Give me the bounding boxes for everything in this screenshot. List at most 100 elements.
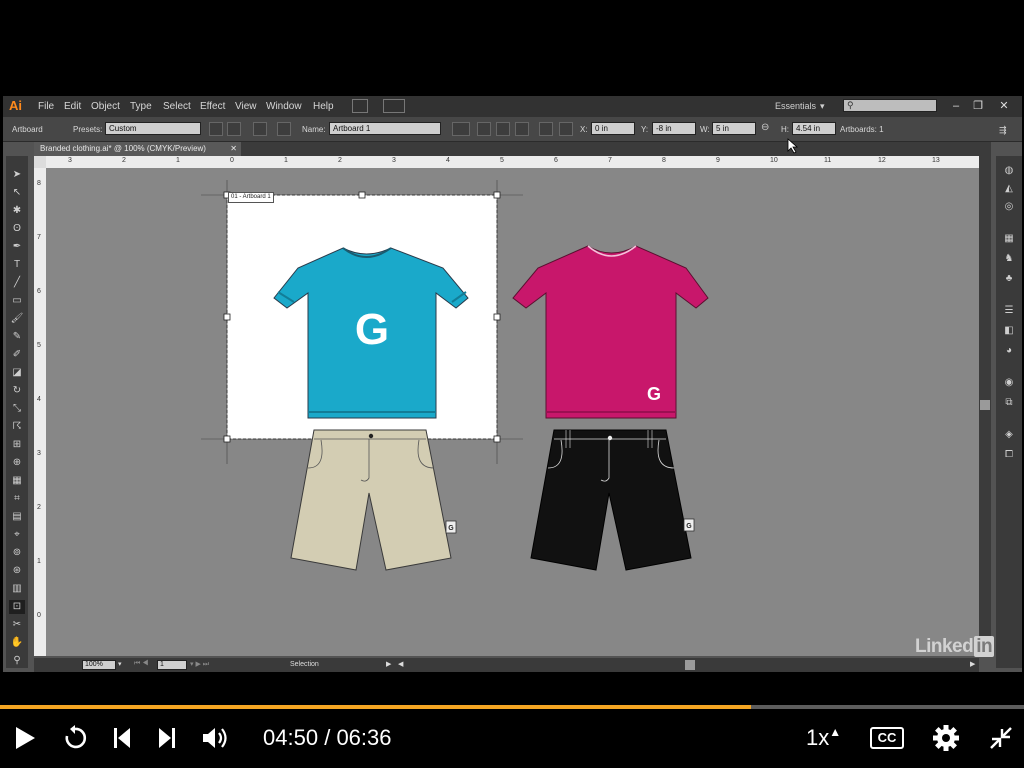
h-input[interactable]: 4.54 in [792, 122, 836, 135]
horizontal-scroll-thumb[interactable] [685, 660, 695, 670]
paintbrush-tool-icon[interactable]: 🖌 [9, 312, 25, 326]
gradient-icon[interactable]: ◧ [1001, 324, 1017, 338]
play-button[interactable] [10, 720, 40, 756]
document-tab[interactable]: Branded clothing.ai* @ 100% (CMYK/Previe… [34, 142, 241, 156]
horizontal-ruler[interactable]: 3 2 1 0 1 2 3 4 5 6 7 8 9 10 11 12 13 [46, 156, 979, 168]
vertical-scrollbar[interactable] [979, 156, 991, 656]
align-center-icon[interactable] [496, 122, 510, 136]
hand-tool-icon[interactable]: ✋ [9, 636, 25, 650]
stroke-icon[interactable]: ☰ [1001, 304, 1017, 318]
eyedropper-tool-icon[interactable]: ⌖ [9, 528, 25, 542]
artboards-icon[interactable]: ⧠ [1001, 448, 1017, 462]
swatches-icon[interactable]: ▦ [1001, 232, 1017, 246]
rotate-tool-icon[interactable]: ↻ [9, 384, 25, 398]
presets-select[interactable]: Custom [105, 122, 201, 135]
zoom-tool-icon[interactable]: ⚲ [9, 654, 25, 668]
symbol-sprayer-tool-icon[interactable]: ⊛ [9, 564, 25, 578]
color-themes-icon[interactable]: ◎ [1001, 200, 1017, 214]
align-right-icon[interactable] [515, 122, 529, 136]
graphic-styles-icon[interactable]: ⧉ [1001, 396, 1017, 410]
scale-tool-icon[interactable]: ⤡ [9, 402, 25, 416]
y-input[interactable]: -8 in [652, 122, 696, 135]
close-button[interactable]: ✕ [995, 97, 1013, 115]
menu-object[interactable]: Object [91, 101, 120, 112]
blob-brush-tool-icon[interactable]: ✐ [9, 348, 25, 362]
search-input[interactable]: ⚲ [843, 99, 937, 112]
color-panel-icon[interactable]: ◍ [1001, 164, 1017, 178]
gradient-tool-icon[interactable]: ▤ [9, 510, 25, 524]
status-menu-icon[interactable]: ▶ [386, 660, 391, 668]
new-artboard-icon[interactable] [253, 122, 267, 136]
layers-icon[interactable]: ◈ [1001, 428, 1017, 442]
selection-tool-icon[interactable]: ➤ [9, 168, 25, 182]
rectangle-tool-icon[interactable]: ▭ [9, 294, 25, 308]
menu-edit[interactable]: Edit [64, 101, 81, 112]
zoom-dropdown-icon[interactable]: ▾ [118, 660, 122, 668]
playback-speed-button[interactable]: 1x▲ [806, 725, 841, 751]
panel-menu-icon[interactable]: ⇶ [999, 125, 1007, 136]
vertical-scroll-thumb[interactable] [980, 400, 990, 410]
line-tool-icon[interactable]: ╱ [9, 276, 25, 290]
move-with-artboard-icon[interactable] [452, 122, 470, 136]
menu-select[interactable]: Select [163, 101, 191, 112]
brushes-icon[interactable]: ♞ [1001, 252, 1017, 266]
slice-tool-icon[interactable]: ✂ [9, 618, 25, 632]
arrange-documents-icon[interactable] [383, 99, 405, 113]
first-artboard-icon[interactable]: ⏮ ◀ [134, 660, 149, 668]
warp-tool-icon[interactable]: ☈ [9, 420, 25, 434]
align-left-icon[interactable] [477, 122, 491, 136]
perspective-grid-tool-icon[interactable]: ▦ [9, 474, 25, 488]
next-artboard-icon[interactable]: ▾ ▶ ⏭ [190, 660, 209, 669]
shape-builder-tool-icon[interactable]: ⊕ [9, 456, 25, 470]
delete-artboard-icon[interactable] [277, 122, 291, 136]
lasso-tool-icon[interactable]: ʘ [9, 222, 25, 236]
landscape-icon[interactable] [227, 122, 241, 136]
type-tool-icon[interactable]: T [9, 258, 25, 272]
link-icon[interactable]: ⊖ [761, 122, 775, 136]
workspace-switcher[interactable]: Essentials [775, 101, 816, 111]
scroll-left-icon[interactable]: ◀ [398, 660, 403, 668]
menu-type[interactable]: Type [130, 101, 152, 112]
scroll-right-icon[interactable]: ▶ [970, 660, 975, 668]
magic-wand-tool-icon[interactable]: ✱ [9, 204, 25, 218]
menu-effect[interactable]: Effect [200, 101, 225, 112]
restore-button[interactable]: ❐ [969, 97, 987, 115]
ruler-origin[interactable] [34, 156, 46, 168]
w-input[interactable]: 5 in [712, 122, 756, 135]
appearance-icon[interactable]: ◉ [1001, 376, 1017, 390]
previous-button[interactable] [107, 720, 137, 756]
transparency-icon[interactable]: ◕ [1001, 344, 1017, 358]
color-guide-icon[interactable]: ◭ [1001, 182, 1017, 196]
menu-file[interactable]: File [38, 101, 54, 112]
menu-view[interactable]: View [235, 101, 257, 112]
column-graph-tool-icon[interactable]: ▥ [9, 582, 25, 596]
volume-button[interactable] [200, 720, 230, 756]
magenta-tshirt[interactable] [512, 245, 709, 419]
next-button[interactable] [152, 720, 182, 756]
reference-point-icon[interactable] [559, 122, 573, 136]
symbols-icon[interactable]: ♣ [1001, 272, 1017, 286]
artboard-name-input[interactable]: Artboard 1 [329, 122, 441, 135]
eraser-tool-icon[interactable]: ◪ [9, 366, 25, 380]
exit-fullscreen-button[interactable] [986, 720, 1016, 756]
bridge-icon[interactable] [352, 99, 368, 113]
pencil-tool-icon[interactable]: ✎ [9, 330, 25, 344]
khaki-shorts[interactable] [290, 429, 457, 571]
vertical-ruler[interactable]: 8 7 6 5 4 3 2 1 0 [34, 168, 46, 656]
minimize-button[interactable]: – [947, 97, 965, 115]
x-input[interactable]: 0 in [591, 122, 635, 135]
menu-help[interactable]: Help [313, 101, 334, 112]
portrait-icon[interactable] [209, 122, 223, 136]
mesh-tool-icon[interactable]: ⌗ [9, 492, 25, 506]
direct-selection-tool-icon[interactable]: ↖ [9, 186, 25, 200]
black-shorts[interactable] [530, 429, 695, 571]
blend-tool-icon[interactable]: ⊚ [9, 546, 25, 560]
captions-button[interactable]: CC [870, 727, 904, 749]
transform-icon[interactable] [539, 122, 553, 136]
progress-bar[interactable] [0, 705, 1024, 709]
free-transform-tool-icon[interactable]: ⊞ [9, 438, 25, 452]
zoom-select[interactable]: 100% [82, 660, 116, 670]
menu-window[interactable]: Window [266, 101, 302, 112]
artboard-number-field[interactable]: 1 [157, 660, 187, 670]
canvas[interactable]: G G G G 01 - Artboard 1 [46, 168, 979, 656]
